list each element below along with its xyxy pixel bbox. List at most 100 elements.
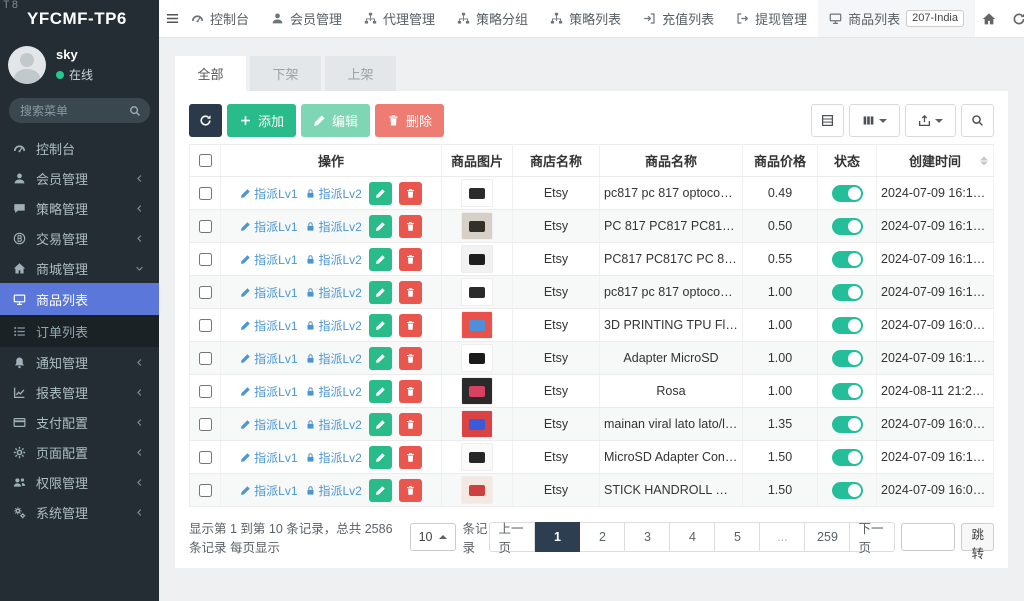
- status-toggle[interactable]: [832, 449, 863, 466]
- status-toggle[interactable]: [832, 350, 863, 367]
- row-checkbox[interactable]: [199, 220, 212, 233]
- assign-link-lv1[interactable]: 指派Lv1: [240, 449, 297, 466]
- row-edit-button[interactable]: [369, 248, 392, 271]
- page-button[interactable]: 5: [715, 522, 760, 552]
- add-button[interactable]: 添加: [227, 104, 296, 137]
- status-toggle[interactable]: [832, 218, 863, 235]
- assign-link-lv1[interactable]: 指派Lv1: [240, 383, 297, 400]
- assign-link-lv2[interactable]: 指派Lv2: [305, 383, 362, 400]
- nav-item-signout[interactable]: 提现管理: [725, 0, 818, 37]
- hamburger-icon[interactable]: [165, 4, 180, 34]
- assign-link-lv2[interactable]: 指派Lv2: [305, 317, 362, 334]
- select-all-checkbox[interactable]: [199, 154, 212, 167]
- assign-link-lv1[interactable]: 指派Lv1: [240, 416, 297, 433]
- row-edit-button[interactable]: [369, 281, 392, 304]
- delete-button[interactable]: 删除: [375, 104, 444, 137]
- sidebar-item-chart[interactable]: 报表管理: [0, 377, 159, 407]
- row-checkbox[interactable]: [199, 451, 212, 464]
- row-edit-button[interactable]: [369, 479, 392, 502]
- sidebar-item-card[interactable]: 支付配置: [0, 407, 159, 437]
- status-toggle[interactable]: [832, 416, 863, 433]
- tab-1[interactable]: 下架: [250, 56, 321, 91]
- page-button[interactable]: 3: [625, 522, 670, 552]
- product-thumbnail[interactable]: [461, 179, 493, 207]
- status-toggle[interactable]: [832, 482, 863, 499]
- product-thumbnail[interactable]: [461, 476, 493, 504]
- page-button[interactable]: 2: [580, 522, 625, 552]
- page-button[interactable]: 上一页: [489, 522, 535, 552]
- assign-link-lv1[interactable]: 指派Lv1: [240, 185, 297, 202]
- nav-item-desktop[interactable]: 商品列表207-India: [818, 0, 975, 37]
- sort-icon[interactable]: [980, 156, 988, 165]
- assign-link-lv1[interactable]: 指派Lv1: [240, 350, 297, 367]
- assign-link-lv1[interactable]: 指派Lv1: [240, 284, 297, 301]
- page-size-select[interactable]: 10: [410, 523, 457, 551]
- row-checkbox[interactable]: [199, 418, 212, 431]
- columns-button[interactable]: [849, 104, 900, 137]
- row-checkbox[interactable]: [199, 253, 212, 266]
- assign-link-lv1[interactable]: 指派Lv1: [240, 317, 297, 334]
- row-delete-button[interactable]: [399, 347, 422, 370]
- row-edit-button[interactable]: [369, 413, 392, 436]
- assign-link-lv1[interactable]: 指派Lv1: [240, 482, 297, 499]
- assign-link-lv2[interactable]: 指派Lv2: [305, 449, 362, 466]
- jump-button[interactable]: 跳转: [961, 523, 994, 551]
- sidebar-item-comments[interactable]: 策略管理: [0, 193, 159, 223]
- row-delete-button[interactable]: [399, 446, 422, 469]
- product-thumbnail[interactable]: [461, 278, 493, 306]
- row-checkbox[interactable]: [199, 352, 212, 365]
- product-thumbnail[interactable]: [461, 311, 493, 339]
- status-toggle[interactable]: [832, 251, 863, 268]
- page-button[interactable]: 4: [670, 522, 715, 552]
- jump-page-input[interactable]: [901, 523, 955, 551]
- page-button[interactable]: 1: [535, 522, 580, 552]
- sidebar-item-home[interactable]: 商城管理: [0, 253, 159, 283]
- sidebar-item-list[interactable]: 订单列表: [0, 315, 159, 347]
- status-toggle[interactable]: [832, 383, 863, 400]
- page-button[interactable]: 259: [805, 522, 850, 552]
- sidebar-item-user[interactable]: 会员管理: [0, 163, 159, 193]
- assign-link-lv2[interactable]: 指派Lv2: [305, 350, 362, 367]
- row-delete-button[interactable]: [399, 215, 422, 238]
- nav-item-signin[interactable]: 充值列表: [632, 0, 725, 37]
- assign-link-lv2[interactable]: 指派Lv2: [305, 251, 362, 268]
- menu-search-input[interactable]: [18, 103, 129, 119]
- sidebar-item-gauge[interactable]: 控制台: [0, 133, 159, 163]
- assign-link-lv1[interactable]: 指派Lv1: [240, 218, 297, 235]
- product-thumbnail[interactable]: [461, 443, 493, 471]
- row-delete-button[interactable]: [399, 182, 422, 205]
- row-checkbox[interactable]: [199, 319, 212, 332]
- assign-link-lv2[interactable]: 指派Lv2: [305, 185, 362, 202]
- assign-link-lv2[interactable]: 指派Lv2: [305, 482, 362, 499]
- status-toggle[interactable]: [832, 284, 863, 301]
- assign-link-lv2[interactable]: 指派Lv2: [305, 416, 362, 433]
- home-icon[interactable]: [975, 4, 1003, 34]
- sidebar-item-bell[interactable]: 通知管理: [0, 347, 159, 377]
- edit-button[interactable]: 编辑: [301, 104, 370, 137]
- tab-2[interactable]: 上架: [325, 56, 396, 91]
- search-toggle-button[interactable]: [961, 104, 994, 137]
- column-header[interactable]: 创建时间: [877, 145, 994, 177]
- sidebar-item-desktop[interactable]: 商品列表: [0, 283, 159, 315]
- page-button[interactable]: 下一页: [850, 522, 895, 552]
- row-checkbox[interactable]: [199, 484, 212, 497]
- export-button[interactable]: [905, 104, 956, 137]
- product-thumbnail[interactable]: [461, 344, 493, 372]
- row-edit-button[interactable]: [369, 380, 392, 403]
- row-edit-button[interactable]: [369, 215, 392, 238]
- nav-item-sitemap[interactable]: 策略分组: [446, 0, 539, 37]
- assign-link-lv2[interactable]: 指派Lv2: [305, 284, 362, 301]
- row-delete-button[interactable]: [399, 413, 422, 436]
- row-edit-button[interactable]: [369, 347, 392, 370]
- row-edit-button[interactable]: [369, 182, 392, 205]
- sidebar-item-cogs[interactable]: 系统管理: [0, 497, 159, 527]
- row-delete-button[interactable]: [399, 248, 422, 271]
- row-checkbox[interactable]: [199, 385, 212, 398]
- sidebar-item-bitcoin[interactable]: 交易管理: [0, 223, 159, 253]
- row-delete-button[interactable]: [399, 281, 422, 304]
- product-thumbnail[interactable]: [461, 410, 493, 438]
- sidebar-item-cog[interactable]: 页面配置: [0, 437, 159, 467]
- product-thumbnail[interactable]: [461, 212, 493, 240]
- product-thumbnail[interactable]: [461, 377, 493, 405]
- nav-item-sitemap[interactable]: 代理管理: [353, 0, 446, 37]
